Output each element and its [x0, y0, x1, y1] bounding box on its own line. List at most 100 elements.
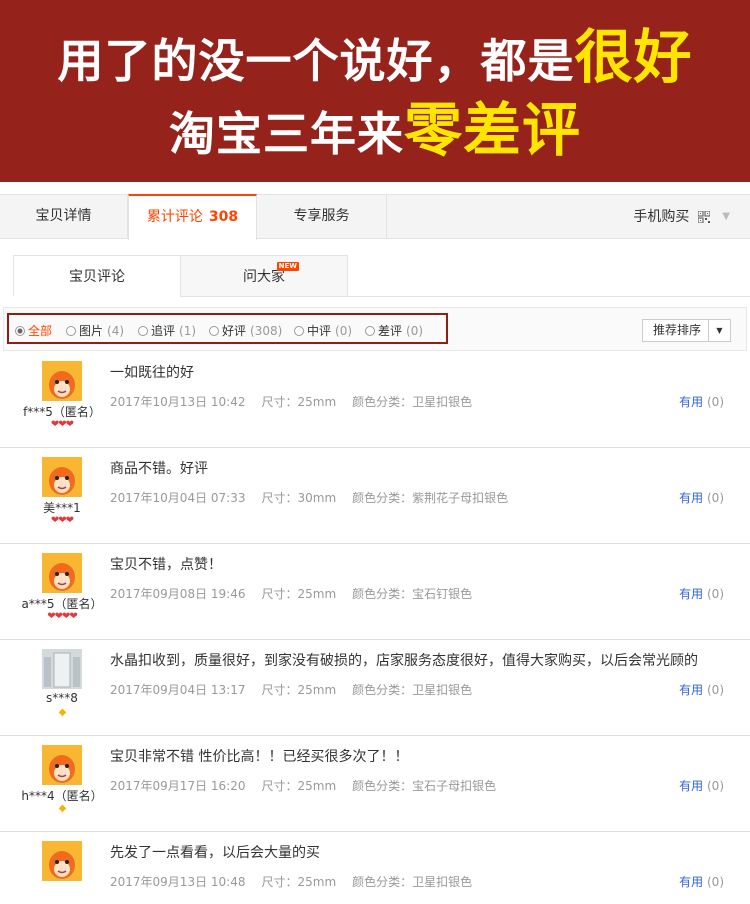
subtab-label: 宝贝评论 — [69, 269, 125, 285]
tab-label: 专享服务 — [293, 208, 350, 224]
review-date: 2017年09月17日 16:20 — [110, 779, 246, 793]
review-color: 颜色分类：卫星扣银色 — [352, 875, 473, 889]
radio-icon[interactable] — [66, 326, 76, 336]
review-text: 宝贝不错，点赞！ — [110, 557, 222, 573]
filter-negative[interactable]: 差评 (0) — [365, 322, 423, 339]
tab-label: 累计评论 — [146, 209, 203, 225]
review-username: s***8 — [46, 691, 78, 705]
review-meta: 2017年09月13日 10:48 尺寸：25mm 颜色分类：卫星扣银色 — [110, 873, 472, 890]
useful-label: 有用 — [679, 779, 704, 793]
useful-label: 有用 — [679, 683, 704, 697]
review-item: h***4（匿名） ◆ 宝贝非常不错 性价比高！！已经买很多次了！！ 2017年… — [0, 736, 750, 832]
radio-icon[interactable] — [365, 326, 375, 336]
avatar[interactable] — [42, 841, 82, 881]
reputation-badge: ◆ — [58, 707, 67, 718]
subtab-product-reviews[interactable]: 宝贝评论 — [13, 255, 181, 297]
filter-count: (0) — [406, 324, 424, 338]
useful-label: 有用 — [679, 587, 704, 601]
main-tab-bar: 宝贝详情 累计评论 308 专享服务 手机购买 ▼ — [0, 194, 750, 240]
review-color: 颜色分类：紫荆花子母扣银色 — [352, 491, 509, 505]
mobile-buy-link[interactable]: 手机购买 ▼ — [633, 195, 730, 239]
banner-line-2-text: 淘宝三年来 — [168, 107, 404, 161]
reputation-badge: ◆ — [58, 803, 67, 814]
tab-reviews[interactable]: 累计评论 308 — [128, 194, 257, 240]
review-sub-tabs: 宝贝评论 问大家 NEW — [13, 255, 750, 297]
avatar[interactable] — [42, 361, 82, 401]
avatar[interactable] — [42, 745, 82, 785]
tab-item-details[interactable]: 宝贝详情 — [0, 194, 128, 239]
review-username: h***4（匿名） — [21, 789, 103, 803]
useful-count: (0) — [707, 395, 724, 409]
review-item: 先发了一点看看，以后会大量的买 2017年09月13日 10:48 尺寸：25mm… — [0, 832, 750, 904]
filter-followup[interactable]: 追评 (1) — [138, 322, 196, 339]
avatar[interactable] — [42, 649, 82, 689]
reputation-badge: ❤❤❤ — [50, 419, 74, 430]
default-avatar-icon — [42, 745, 82, 785]
tab-exclusive-service[interactable]: 专享服务 — [257, 194, 387, 239]
banner-line-1-highlight: 很好 — [574, 23, 693, 91]
qr-code-icon — [697, 211, 710, 223]
radio-icon[interactable] — [294, 326, 304, 336]
review-meta: 2017年09月08日 19:46 尺寸：25mm 颜色分类：宝石钉银色 — [110, 585, 472, 602]
useful-button[interactable]: 有用 (0) — [679, 393, 724, 410]
filter-images[interactable]: 图片 (4) — [66, 322, 124, 339]
review-item: 美***1 ❤❤❤ 商品不错。好评 2017年10月04日 07:33 尺寸：30… — [0, 448, 750, 544]
review-text: 商品不错。好评 — [110, 461, 208, 477]
filter-label: 追评 — [151, 324, 176, 338]
default-avatar-icon — [42, 457, 82, 497]
review-date: 2017年09月13日 10:48 — [110, 875, 246, 889]
useful-label: 有用 — [679, 395, 704, 409]
radio-icon[interactable] — [15, 326, 25, 336]
useful-button[interactable]: 有用 (0) — [679, 873, 724, 890]
useful-button[interactable]: 有用 (0) — [679, 585, 724, 602]
review-color: 颜色分类：卫星扣银色 — [352, 395, 473, 409]
useful-button[interactable]: 有用 (0) — [679, 681, 724, 698]
new-badge: NEW — [276, 262, 299, 271]
useful-count: (0) — [707, 875, 724, 889]
review-username: a***5（匿名） — [21, 597, 103, 611]
useful-label: 有用 — [679, 491, 704, 505]
useful-button[interactable]: 有用 (0) — [679, 489, 724, 506]
reputation-badge: ❤❤❤❤ — [47, 611, 78, 622]
filter-highlight-box: 全部 图片 (4) 追评 (1) 好评 (308) 中评 (0) 差评 (0) — [7, 313, 448, 344]
review-meta: 2017年09月17日 16:20 尺寸：25mm 颜色分类：宝石子母扣银色 — [110, 777, 496, 794]
review-text: 水晶扣收到，质量很好，到家没有破损的，店家服务态度很好，值得大家购买，以后会常光… — [110, 653, 698, 669]
review-text: 一如既往的好 — [110, 365, 194, 381]
review-color: 颜色分类：宝石子母扣银色 — [352, 779, 497, 793]
default-avatar-icon — [42, 361, 82, 401]
sort-dropdown[interactable]: 推荐排序 ▼ — [642, 319, 731, 342]
avatar[interactable] — [42, 553, 82, 593]
review-meta: 2017年09月04日 13:17 尺寸：25mm 颜色分类：卫星扣银色 — [110, 681, 472, 698]
review-size: 尺寸：25mm — [261, 779, 337, 793]
banner-line-1-text: 用了的没一个说好，都是 — [57, 34, 575, 88]
photo-avatar-icon — [42, 649, 82, 689]
review-color: 颜色分类：宝石钉银色 — [352, 587, 473, 601]
filter-label: 中评 — [307, 324, 332, 338]
review-size: 尺寸：25mm — [261, 587, 337, 601]
filter-label: 全部 — [28, 324, 53, 338]
banner-line-1: 用了的没一个说好，都是很好 — [0, 22, 750, 96]
review-text: 先发了一点看看，以后会大量的买 — [110, 845, 320, 861]
review-color: 颜色分类：卫星扣银色 — [352, 683, 473, 697]
useful-count: (0) — [707, 683, 724, 697]
filter-neutral[interactable]: 中评 (0) — [294, 322, 352, 339]
reputation-badge: ❤❤❤ — [50, 515, 74, 526]
filter-positive[interactable]: 好评 (308) — [209, 322, 282, 339]
review-item: f***5（匿名） ❤❤❤ 一如既往的好 2017年10月13日 10:42 尺寸… — [0, 352, 750, 448]
review-size: 尺寸：30mm — [261, 491, 337, 505]
chevron-down-icon: ▼ — [722, 211, 730, 222]
radio-icon[interactable] — [209, 326, 219, 336]
mobile-buy-label: 手机购买 — [633, 209, 690, 225]
useful-count: (0) — [707, 587, 724, 601]
review-date: 2017年10月04日 07:33 — [110, 491, 246, 505]
subtab-ask-everyone[interactable]: 问大家 NEW — [180, 255, 348, 297]
filter-count: (308) — [250, 324, 283, 338]
filter-all[interactable]: 全部 — [15, 322, 52, 339]
tab-label: 宝贝详情 — [35, 208, 92, 224]
radio-icon[interactable] — [138, 326, 148, 336]
chevron-down-icon[interactable]: ▼ — [708, 320, 730, 341]
avatar[interactable] — [42, 457, 82, 497]
review-count: 308 — [208, 209, 239, 225]
review-filter-bar: 全部 图片 (4) 追评 (1) 好评 (308) 中评 (0) 差评 (0) 推荐排序 … — [3, 307, 747, 351]
useful-button[interactable]: 有用 (0) — [679, 777, 724, 794]
